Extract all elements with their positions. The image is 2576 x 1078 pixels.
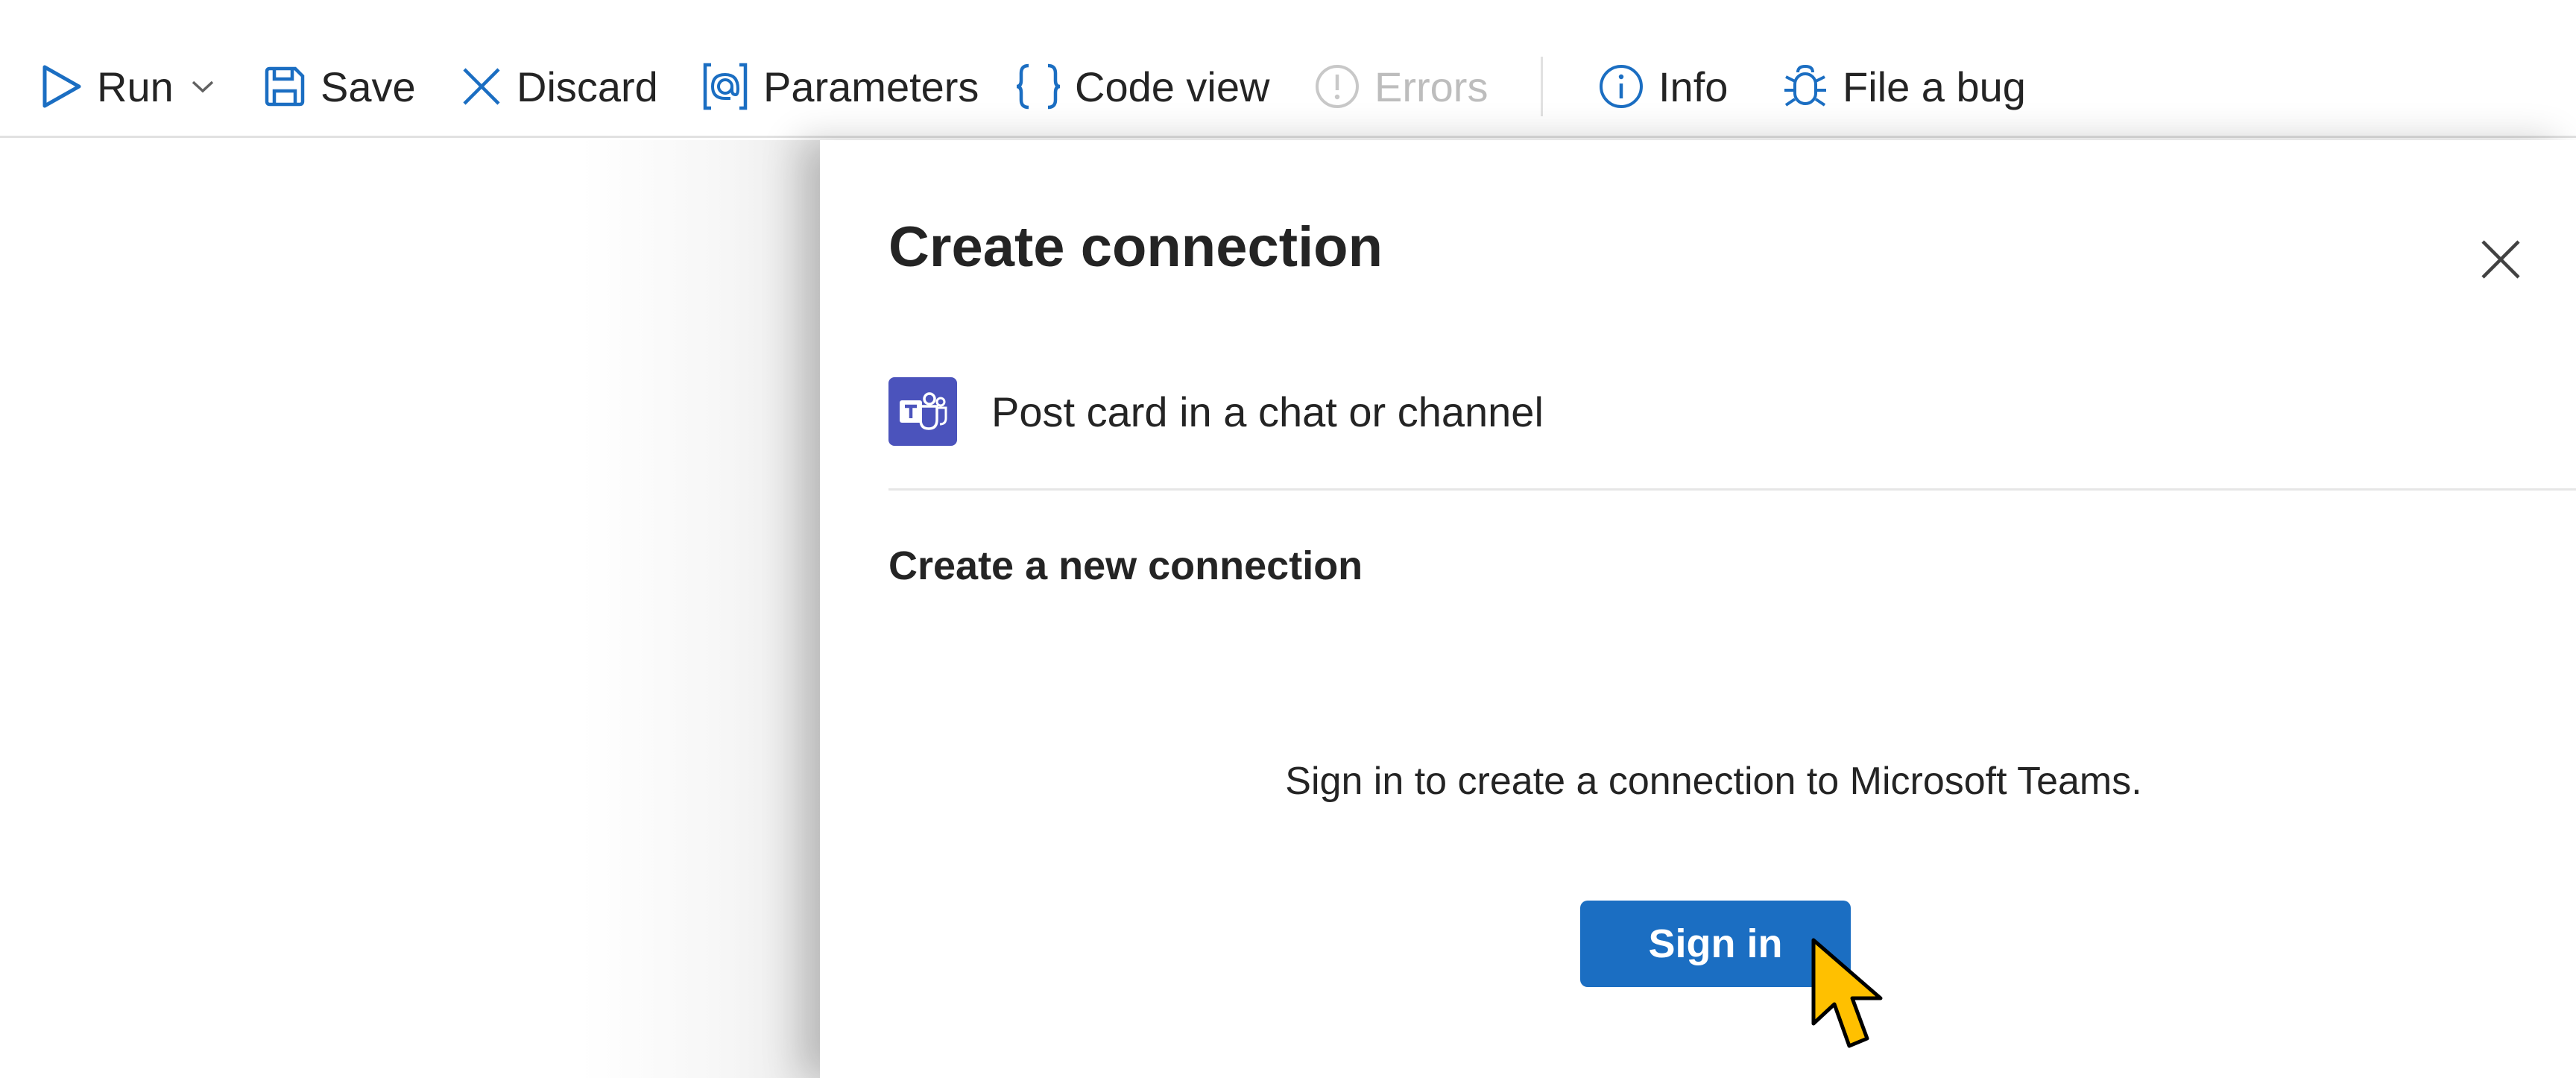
run-button[interactable]: Run <box>39 51 215 122</box>
info-button[interactable]: Info <box>1597 51 1728 122</box>
code-braces-icon <box>1016 63 1061 110</box>
panel-title: Create connection <box>888 215 1383 279</box>
designer-canvas <box>0 140 820 1078</box>
run-label: Run <box>97 63 174 110</box>
parameters-label: Parameters <box>763 63 979 110</box>
code-view-button[interactable]: Code view <box>1015 51 1269 122</box>
save-icon <box>265 66 305 107</box>
info-icon <box>1600 65 1643 108</box>
file-bug-button[interactable]: File a bug <box>1781 51 2026 122</box>
save-label: Save <box>321 63 416 110</box>
save-button[interactable]: Save <box>262 51 416 122</box>
error-circle-icon <box>1316 65 1359 108</box>
code-view-label: Code view <box>1075 63 1270 110</box>
mouse-pointer-icon <box>1811 938 1883 1048</box>
close-icon <box>463 68 500 105</box>
chevron-down-icon[interactable] <box>190 78 215 95</box>
section-title: Create a new connection <box>888 543 1363 588</box>
action-header: Post card in a chat or channel <box>888 377 1544 446</box>
parameters-button[interactable]: Parameters <box>701 51 979 122</box>
at-sign-icon <box>703 63 748 110</box>
signin-message: Sign in to create a connection to Micros… <box>1285 760 2142 803</box>
microsoft-teams-icon <box>888 377 957 446</box>
close-panel-icon[interactable] <box>2471 230 2531 289</box>
info-label: Info <box>1658 63 1729 110</box>
file-bug-label: File a bug <box>1843 63 2026 110</box>
create-connection-panel: Create connection Post card in a chat or… <box>820 140 2576 1078</box>
play-icon <box>42 65 81 108</box>
discard-button[interactable]: Discard <box>460 51 658 122</box>
errors-button[interactable]: Errors <box>1313 51 1488 122</box>
divider <box>888 488 2576 491</box>
bug-icon <box>1784 64 1826 107</box>
discard-label: Discard <box>517 63 658 110</box>
action-label: Post card in a chat or channel <box>991 388 1544 435</box>
errors-label: Errors <box>1374 63 1489 110</box>
toolbar-divider <box>1541 57 1543 116</box>
command-bar: Run Save Discard Parameters Code view Er… <box>0 0 2576 138</box>
